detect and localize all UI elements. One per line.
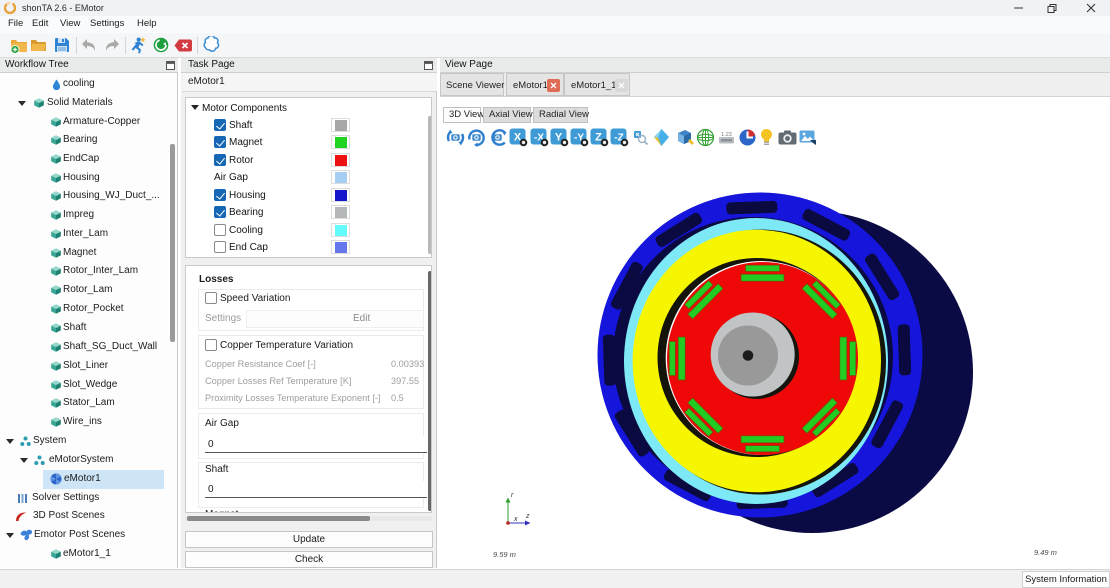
svg-text:r: r [511,492,514,499]
svg-text:x: x [513,516,518,523]
svg-text:z: z [525,513,530,520]
